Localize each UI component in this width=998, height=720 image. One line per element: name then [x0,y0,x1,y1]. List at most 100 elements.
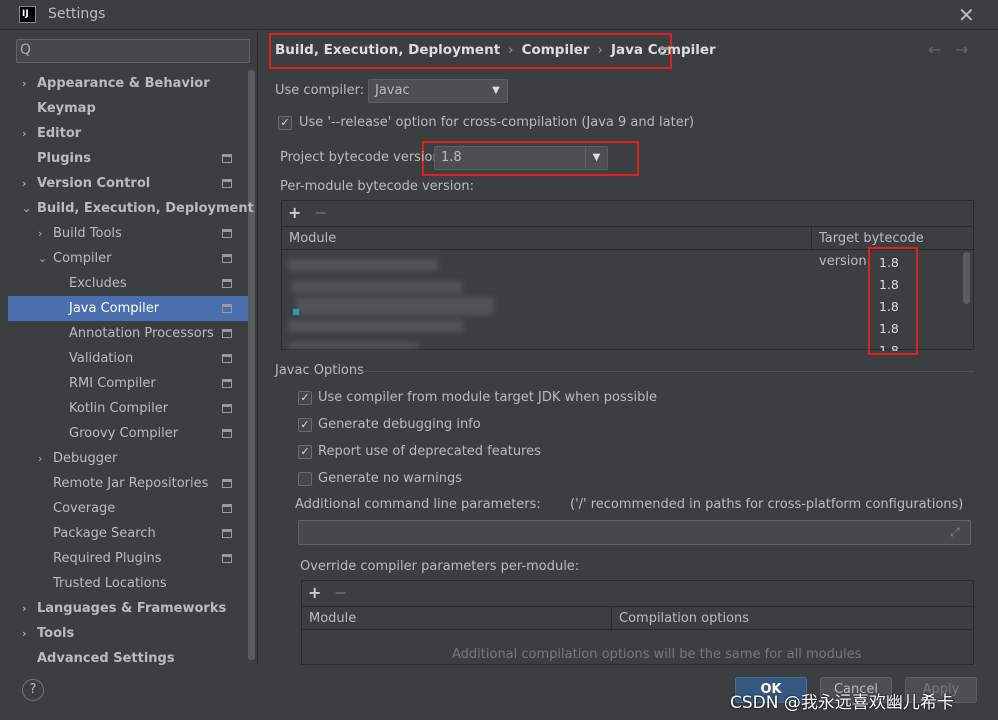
override-table-header: Module Compilation options [302,606,973,631]
sidebar-item-label: Debugger [53,451,118,466]
module-name-blurred [288,320,463,332]
chevron-right-icon[interactable]: › [38,221,42,246]
remove-module-button[interactable]: − [314,203,327,222]
use-compiler-from-module-target-jdk-when-possible-checkbox[interactable]: ✓ [298,391,312,405]
sidebar-item-label: Required Plugins [53,551,162,566]
sidebar-item-java-compiler[interactable]: Java Compiler [8,296,248,321]
title-bar [0,0,998,30]
sidebar-item-plugins[interactable]: Plugins [8,146,248,171]
sidebar-item-compiler[interactable]: ⌄ Compiler [8,246,248,271]
sidebar-item-package-search[interactable]: Package Search [8,521,248,546]
forward-arrow-icon[interactable]: → [955,40,968,59]
sidebar-item-editor[interactable]: › Editor [8,121,248,146]
sidebar-scrollbar[interactable] [248,70,255,660]
override-module-column-header[interactable]: Module [309,607,356,630]
target-bytecode-value[interactable]: 1.8 [879,343,899,351]
expand-icon[interactable]: ⤢ [950,525,960,540]
sidebar-item-rmi-compiler[interactable]: RMI Compiler [8,371,248,396]
target-bytecode-value[interactable]: 1.8 [879,299,899,314]
release-option-label: Use '--release' option for cross-compila… [299,115,695,130]
chevron-down-icon: ▼ [585,147,607,169]
sidebar-item-languages-frameworks[interactable]: › Languages & Frameworks [8,596,248,621]
table-scrollbar[interactable] [963,252,970,304]
chevron-down-icon: ▼ [492,85,500,96]
sidebar-item-label: Build, Execution, Deployment [37,201,254,216]
sidebar-item-remote-jar-repositories[interactable]: Remote Jar Repositories [8,471,248,496]
sidebar-item-excludes[interactable]: Excludes [8,271,248,296]
breadcrumb-build[interactable]: Build, Execution, Deployment [275,42,500,58]
breadcrumb-compiler[interactable]: Compiler [522,42,590,58]
generate-debugging-info-label: Generate debugging info [318,417,481,432]
sidebar-item-groovy-compiler[interactable]: Groovy Compiler [8,421,248,446]
javac-options-title: Javac Options [275,363,364,378]
target-bytecode-value[interactable]: 1.8 [879,277,899,292]
sidebar-item-appearance-behavior[interactable]: › Appearance & Behavior [8,71,248,96]
release-option-checkbox[interactable]: ✓ [278,116,292,130]
module-column-header[interactable]: Module [289,227,336,250]
override-empty-text: Additional compilation options will be t… [452,647,862,662]
chevron-right-icon[interactable]: › [22,71,27,96]
project-scope-icon [222,554,232,563]
search-input[interactable] [16,39,250,63]
use-compiler-value: Javac [375,83,410,98]
sidebar-item-version-control[interactable]: › Version Control [8,171,248,196]
project-scope-icon [222,379,232,388]
remove-override-button[interactable]: − [334,583,347,602]
generate-no-warnings-checkbox[interactable] [298,472,312,486]
chevron-down-icon[interactable]: ⌄ [22,196,31,221]
use-compiler-select[interactable]: Javac ▼ [368,79,508,103]
project-scope-icon [222,229,232,238]
module-name-blurred [296,297,494,315]
close-icon[interactable]: ✕ [958,3,978,27]
report-use-of-deprecated-features-checkbox[interactable]: ✓ [298,445,312,459]
chevron-right-icon[interactable]: › [22,171,27,196]
sidebar-item-label: Java Compiler [69,301,160,316]
sidebar-item-keymap[interactable]: Keymap [8,96,248,121]
sidebar-item-label: Coverage [53,501,116,516]
column-divider [611,607,612,631]
sidebar-item-label: Appearance & Behavior [37,76,210,91]
sidebar-item-debugger[interactable]: › Debugger [8,446,248,471]
target-bytecode-value[interactable]: 1.8 [879,321,899,336]
sidebar-item-label: Version Control [37,176,151,191]
project-bytecode-value: 1.8 [441,150,462,165]
project-bytecode-select[interactable]: 1.8 ▼ [434,146,608,170]
sidebar-item-label: Kotlin Compiler [69,401,169,416]
sidebar-item-label: Package Search [53,526,156,541]
module-name-blurred [288,259,438,271]
project-scope-icon [222,529,232,538]
intellij-app-icon: IJ [19,6,36,23]
use-compiler-label: Use compiler: [275,83,365,98]
chevron-right-icon[interactable]: › [22,621,27,646]
help-button[interactable]: ? [22,679,44,701]
breadcrumb-separator: › [597,42,603,58]
add-override-button[interactable]: + [308,583,321,602]
sidebar-item-build-tools[interactable]: › Build Tools [8,221,248,246]
sidebar-item-coverage[interactable]: Coverage [8,496,248,521]
chevron-right-icon[interactable]: › [38,446,42,471]
sidebar-item-annotation-processors[interactable]: Annotation Processors [8,321,248,346]
csdn-watermark: CSDN @我永远喜欢幽儿希卡 [730,693,954,713]
project-scope-icon [222,279,232,288]
compilation-options-column-header[interactable]: Compilation options [619,607,749,630]
project-scope-icon [222,154,232,163]
chevron-right-icon[interactable]: › [22,596,27,621]
sidebar-item-label: Keymap [37,101,96,116]
back-arrow-icon[interactable]: ← [928,40,941,59]
sidebar-item-tools[interactable]: › Tools [8,621,248,646]
additional-params-input[interactable] [298,520,971,545]
project-scope-icon [222,479,232,488]
chevron-down-icon[interactable]: ⌄ [38,246,47,271]
module-name-blurred [288,342,418,348]
sidebar-item-build-execution-deployment[interactable]: ⌄ Build, Execution, Deployment [8,196,254,221]
sidebar-item-validation[interactable]: Validation [8,346,248,371]
project-scope-icon [222,504,232,513]
add-module-button[interactable]: + [288,203,301,222]
chevron-right-icon[interactable]: › [22,121,27,146]
generate-debugging-info-checkbox[interactable]: ✓ [298,418,312,432]
sidebar-item-required-plugins[interactable]: Required Plugins [8,546,248,571]
sidebar-item-kotlin-compiler[interactable]: Kotlin Compiler [8,396,248,421]
target-bytecode-value[interactable]: 1.8 [879,255,899,270]
sidebar-item-trusted-locations[interactable]: Trusted Locations [8,571,248,596]
search-icon: Q [20,42,32,58]
